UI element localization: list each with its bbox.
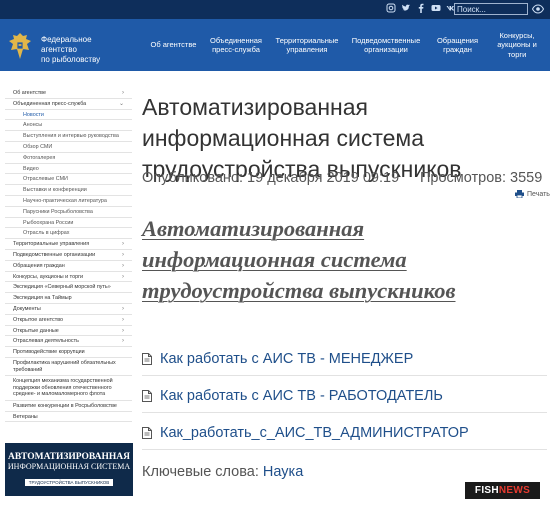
sidebar-item-label: Объединенная пресс-служба [13, 100, 87, 107]
doc-link-manager[interactable]: Как работать с АИС ТВ - МЕНЕДЖЕР [142, 349, 413, 369]
sidebar-item-label: Об агентстве [13, 90, 46, 96]
sidebar-subitem-video[interactable]: Видео [5, 164, 132, 175]
sidebar-item-subordinate[interactable]: Подведомственные организации › [5, 250, 132, 261]
nav-subordinate[interactable]: Подведомственные организации [351, 19, 421, 71]
banner-line-2: ИНФОРМАЦИОННАЯ СИСТЕМА [7, 462, 131, 471]
doc-link-label: Как работать с АИС ТВ - РАБОТОДАТЕЛЬ [160, 388, 443, 404]
sidebar-item-label: Подведомственные организации [13, 251, 96, 258]
sidebar-item-label: Обращения граждан [13, 262, 65, 269]
sidebar-item-label: Открытое агентство [13, 316, 63, 323]
print-button[interactable]: Печать [515, 190, 550, 198]
sidebar-item-documents[interactable]: Документы › [5, 304, 132, 315]
sidebar-item-territorial[interactable]: Территориальные управления › [5, 239, 132, 250]
nav-territorial[interactable]: Территориальные управления [272, 19, 342, 71]
sidebar-item-tenders[interactable]: Конкурсы, аукционы и торги › [5, 272, 132, 283]
sidebar-item-open-agency[interactable]: Открытое агентство › [5, 315, 132, 326]
sidebar-item-appeals[interactable]: Обращения граждан › [5, 261, 132, 272]
chevron-right-icon: › [122, 251, 124, 258]
nav-press-service[interactable]: Объединенная пресс-служба [206, 19, 266, 71]
print-label: Печать [527, 190, 550, 198]
divider [142, 375, 547, 376]
sidebar-item-competition[interactable]: Развитие конкуренции в Росрыболовстве [5, 401, 132, 412]
sidebar-item-taimyr[interactable]: Экспедиция на Таймыр [5, 293, 132, 304]
chevron-right-icon: › [122, 262, 124, 269]
search-input[interactable] [454, 3, 528, 15]
sidebar-subitem-industry-figures[interactable]: Отрасль в цифрах [5, 228, 132, 240]
sidebar-subitem-fish-protection[interactable]: Рыбоохрана России [5, 218, 132, 229]
chevron-right-icon: › [122, 273, 124, 280]
chevron-right-icon: › [122, 327, 124, 334]
youtube-icon[interactable] [430, 3, 441, 14]
sidebar-item-label: Открытые данные [13, 327, 59, 334]
ais-tv-banner[interactable]: АВТОМАТИЗИРОВАННАЯ ИНФОРМАЦИОННАЯ СИСТЕМ… [5, 443, 133, 496]
fishnews-watermark: FISHNEWS [465, 482, 540, 499]
nav-tenders[interactable]: Конкурсы, аукционы и торги [491, 19, 543, 71]
divider [142, 412, 547, 413]
agency-name[interactable]: Федеральное агентство по рыболовству [41, 35, 131, 65]
sidebar-subitem-media-review[interactable]: Обзор СМИ [5, 142, 132, 153]
chevron-right-icon: › [122, 90, 124, 96]
facebook-icon[interactable] [415, 3, 426, 14]
document-icon [142, 427, 152, 439]
article-heading[interactable]: Автоматизированная информационная систем… [142, 213, 542, 306]
document-icon [142, 390, 152, 402]
sidebar-item-label: Конкурсы, аукционы и торги [13, 273, 84, 280]
keyword-tag[interactable]: Наука [263, 464, 303, 480]
instagram-icon[interactable] [385, 3, 396, 14]
sidebar-item-fleet-concept[interactable]: Концепция механизма государственной подд… [5, 376, 132, 401]
nav-about[interactable]: Об агентстве [146, 19, 201, 71]
sidebar-item-violation-prevention[interactable]: Профилактика нарушений обязательных треб… [5, 358, 132, 377]
watermark-part-1: FISH [474, 485, 499, 496]
sidebar-subitem-photo-gallery[interactable]: Фотогалерея [5, 153, 132, 164]
keywords: Ключевые слова: Наука [142, 464, 303, 480]
chevron-right-icon: › [122, 316, 124, 323]
views-count: Просмотров: 3559 [420, 170, 543, 186]
site-header: Федеральное агентство по рыболовству Об … [0, 19, 550, 71]
sidebar-item-label: Территориальные управления [13, 241, 90, 248]
sidebar-subitem-interviews[interactable]: Выступления и интервью руководства [5, 131, 132, 142]
sidebar-subitem-sailing-ships[interactable]: Парусники Росрыболовства [5, 207, 132, 218]
banner-line-1: АВТОМАТИЗИРОВАННАЯ [7, 452, 131, 462]
sidebar-item-open-data[interactable]: Открытые данные › [5, 326, 132, 337]
printer-icon [515, 190, 524, 198]
published-date: Опубликовано: 19 декабря 2019 09:19 [142, 170, 400, 186]
sidebar-subitem-announcements[interactable]: Анонсы [5, 120, 132, 132]
sidebar-item-label: Отраслевая деятельность [13, 338, 79, 345]
chevron-right-icon: › [122, 305, 124, 312]
twitter-icon[interactable] [400, 3, 411, 14]
doc-link-label: Как_работать_с_АИС_ТВ_АДМИНИСТРАТОР [160, 425, 469, 441]
main-content: Автоматизированная информационная систем… [142, 92, 550, 480]
sidebar-item-anti-corruption[interactable]: Противодействие коррупции [5, 347, 132, 358]
sidebar-item-label: Документы [13, 305, 41, 312]
document-icon [142, 353, 152, 365]
divider [142, 449, 547, 450]
chevron-right-icon: › [122, 338, 124, 345]
keywords-label: Ключевые слова: [142, 464, 259, 480]
banner-line-3: ТРУДОУСТРОЙСТВА ВЫПУСКНИКОВ [24, 479, 114, 486]
sidebar-item-industry-activity[interactable]: Отраслевая деятельность › [5, 336, 132, 348]
doc-link-employer[interactable]: Как работать с АИС ТВ - РАБОТОДАТЕЛЬ [142, 386, 443, 406]
doc-link-admin[interactable]: Как_работать_с_АИС_ТВ_АДМИНИСТРАТОР [142, 423, 469, 443]
sidebar-subitem-news[interactable]: Новости [5, 110, 132, 121]
chevron-down-icon: ⌄ [118, 100, 124, 107]
sidebar-item-about[interactable]: Об агентстве › [5, 88, 132, 99]
sidebar-item-northern-route[interactable]: Экспедиция «Северный морской путь» [5, 282, 132, 294]
sidebar-menu: Об агентстве › Объединенная пресс-служба ⌄… [5, 88, 132, 423]
chevron-right-icon: › [122, 241, 124, 248]
emblem-logo[interactable] [7, 32, 33, 60]
sidebar-item-veterans[interactable]: Ветераны [5, 412, 132, 423]
watermark-part-2: NEWS [498, 485, 531, 496]
top-bar [0, 0, 550, 19]
sidebar-subitem-exhibitions[interactable]: Выставки и конференции [5, 185, 132, 196]
social-icons [385, 3, 456, 15]
sidebar-subitem-literature[interactable]: Научно-практическая литература [5, 196, 132, 207]
nav-appeals[interactable]: Обращения граждан [430, 19, 485, 71]
sidebar-item-press-service[interactable]: Объединенная пресс-служба ⌄ [5, 99, 132, 110]
eye-icon[interactable] [532, 4, 544, 14]
sidebar-subitem-industry-media[interactable]: Отраслевые СМИ [5, 174, 132, 186]
doc-link-label: Как работать с АИС ТВ - МЕНЕДЖЕР [160, 351, 414, 367]
